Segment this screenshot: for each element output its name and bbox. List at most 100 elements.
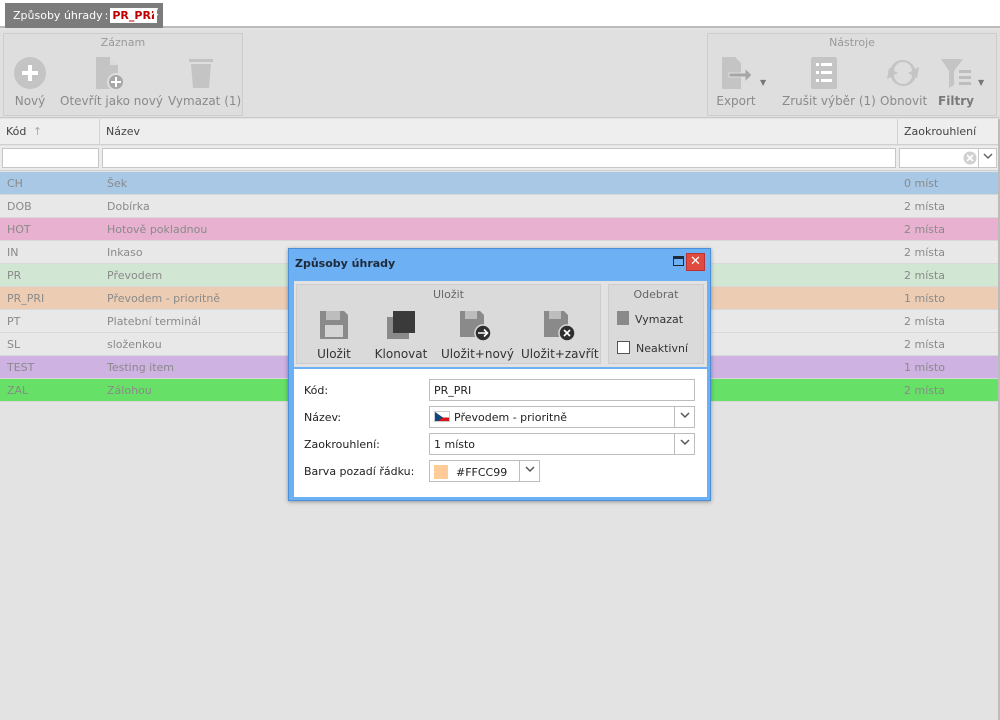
- export-button[interactable]: Export: [714, 56, 758, 108]
- main-toolbar: Záznam Nový Otevřít jako nový Vymazat (1…: [0, 30, 1000, 118]
- save-new-label: Uložit+nový: [441, 347, 515, 361]
- clear-filter-icon[interactable]: [963, 151, 977, 168]
- record-group: Záznam Nový Otevřít jako nový Vymazat (1…: [3, 33, 243, 116]
- grid-header: Kód ↑ Název Zaokrouhlení: [0, 119, 1000, 145]
- column-rounding-label: Zaokrouhlení: [904, 125, 977, 138]
- cell-code: PR: [7, 269, 22, 282]
- save-close-button[interactable]: Uložit+zavřít: [521, 309, 599, 361]
- column-code-header[interactable]: Kód ↑: [0, 119, 100, 145]
- save-close-label: Uložit+zavřít: [521, 347, 599, 361]
- dialog-toolbar: Uložit Uložit Klonovat Uložit+nový Uloži…: [294, 281, 707, 367]
- cell-code: TEST: [7, 361, 35, 374]
- refresh-icon: [886, 56, 920, 90]
- cancel-selection-label: Zrušit výběr (1): [782, 94, 876, 108]
- cell-code: CH: [7, 177, 23, 190]
- cell-name: Testing item: [107, 361, 175, 374]
- column-name-header[interactable]: Název: [100, 119, 898, 145]
- remove-group-title: Odebrat: [633, 288, 679, 301]
- cell-rounding: 2 místa: [904, 200, 946, 213]
- cell-name: Inkaso: [107, 246, 143, 259]
- code-label: Kód:: [304, 384, 329, 397]
- dialog-title: Způsoby úhrady: [295, 257, 396, 270]
- cell-code: PT: [7, 315, 21, 328]
- new-label: Nový: [14, 94, 46, 108]
- cell-rounding: 2 místa: [904, 246, 946, 259]
- column-code-label: Kód: [6, 125, 27, 138]
- maximize-icon[interactable]: [673, 256, 684, 266]
- rounding-chevron-down-icon[interactable]: [674, 434, 694, 454]
- remove-group: Odebrat Vymazat Neaktivní: [608, 284, 704, 364]
- clone-icon: [385, 309, 417, 341]
- cell-name: Šek: [107, 177, 128, 190]
- row-color-label: Barva pozadí řádku:: [304, 465, 415, 478]
- color-chevron-down-icon[interactable]: [519, 461, 539, 481]
- clone-button[interactable]: Klonovat: [373, 309, 429, 361]
- open-as-new-label: Otevřít jako nový: [60, 94, 163, 108]
- cell-code: SL: [7, 338, 21, 351]
- save-label: Uložit: [317, 347, 351, 361]
- cell-name: Hotově pokladnou: [107, 223, 208, 236]
- cell-name: Převodem: [107, 269, 163, 282]
- cell-name: Platební terminál: [107, 315, 201, 328]
- refresh-label: Obnovit: [880, 94, 928, 108]
- trash-small-icon: [617, 311, 629, 325]
- plus-circle-icon: [13, 56, 47, 90]
- name-chevron-down-icon[interactable]: [674, 407, 694, 427]
- table-row[interactable]: HOT Hotově pokladnou 2 místa: [0, 218, 1000, 241]
- save-arrow-icon: [459, 309, 492, 342]
- filter-name-input[interactable]: [102, 148, 896, 168]
- refresh-button[interactable]: Obnovit: [880, 56, 928, 108]
- checkbox-icon: [617, 341, 630, 354]
- inactive-checkbox[interactable]: Neaktivní: [617, 341, 688, 355]
- filter-icon: [939, 56, 973, 90]
- cell-rounding: 0 míst: [904, 177, 939, 190]
- name-select[interactable]: Převodem - prioritně: [429, 406, 695, 428]
- row-color-value: #FFCC99: [456, 466, 508, 479]
- new-button[interactable]: Nový: [12, 56, 48, 108]
- save-close-icon: [543, 309, 576, 342]
- rounding-select[interactable]: 1 místo: [429, 433, 695, 455]
- delete-button[interactable]: Vymazat (1): [168, 56, 241, 108]
- cell-code: DOB: [7, 200, 32, 213]
- table-row[interactable]: CH Šek 0 míst: [0, 172, 1000, 195]
- filter-rounding-select[interactable]: [899, 148, 997, 168]
- czech-flag-icon: [434, 411, 450, 422]
- record-group-title: Záznam: [100, 36, 146, 49]
- table-row[interactable]: DOB Dobírka 2 místa: [0, 195, 1000, 218]
- tab-bar: Způsoby úhrady: PR_PRI ×: [0, 0, 1000, 28]
- cell-rounding: 1 místo: [904, 361, 946, 374]
- export-dropdown-icon[interactable]: ▼: [760, 78, 766, 87]
- cell-rounding: 1 místo: [904, 292, 946, 305]
- cancel-selection-button[interactable]: Zrušit výběr (1): [782, 56, 876, 108]
- filter-code-input[interactable]: [2, 148, 99, 168]
- cell-name: Zálohou: [107, 384, 152, 397]
- sort-ascending-icon: ↑: [32, 125, 43, 138]
- code-input[interactable]: PR_PRI: [429, 379, 695, 401]
- save-group: Uložit Uložit Klonovat Uložit+nový Uloži…: [296, 284, 601, 364]
- filters-dropdown-icon[interactable]: ▼: [978, 78, 984, 87]
- close-button[interactable]: ✕: [686, 253, 705, 271]
- filters-label: Filtry: [938, 94, 974, 108]
- cell-name: Dobírka: [107, 200, 150, 213]
- tools-group: Nástroje Export ▼ Zrušit výběr (1) Obnov…: [707, 33, 997, 116]
- chevron-down-icon[interactable]: [978, 149, 996, 167]
- delete-toggle[interactable]: Vymazat: [617, 311, 683, 326]
- edit-dialog: Způsoby úhrady ✕ Uložit Uložit Klonovat: [288, 248, 711, 501]
- cell-rounding: 2 místa: [904, 384, 946, 397]
- filter-row: [0, 146, 1000, 171]
- tab-close-icon[interactable]: ×: [149, 5, 160, 20]
- save-new-button[interactable]: Uložit+nový: [441, 309, 514, 361]
- inactive-label: Neaktivní: [636, 342, 689, 355]
- cell-rounding: 2 místa: [904, 223, 946, 236]
- open-as-new-button[interactable]: Otevřít jako nový: [60, 56, 163, 108]
- row-color-picker[interactable]: #FFCC99: [429, 460, 540, 482]
- tab-payment-methods[interactable]: Způsoby úhrady: PR_PRI ×: [5, 3, 163, 28]
- floppy-disk-icon: [318, 309, 350, 341]
- column-rounding-header[interactable]: Zaokrouhlení: [898, 119, 1000, 145]
- export-icon: [719, 56, 753, 90]
- export-label: Export: [716, 94, 756, 108]
- filters-button[interactable]: Filtry: [936, 56, 976, 108]
- color-swatch: [434, 465, 448, 479]
- checklist-icon: [807, 56, 841, 90]
- save-button[interactable]: Uložit: [311, 309, 357, 361]
